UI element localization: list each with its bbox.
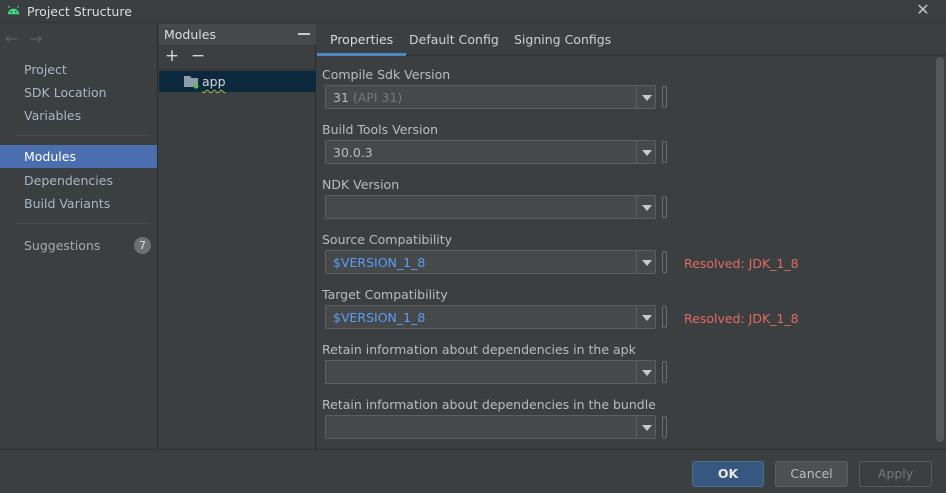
target-compat-combo[interactable]: $VERSION_1_8 [325,305,656,329]
ndk-version-combo[interactable] [325,195,656,219]
apply-button[interactable]: Apply [859,461,932,487]
sidebar-divider [16,223,150,224]
modules-toolbar: + − [159,45,316,70]
field-extra-button[interactable] [662,141,667,163]
target-compat-label: Target Compatibility [322,287,448,302]
ndk-version-label: NDK Version [322,177,400,192]
back-arrow-icon[interactable]: ← [5,31,21,47]
sidebar-item-build-variants[interactable]: Build Variants [0,192,157,215]
chevron-down-icon[interactable] [642,425,652,431]
combo-value: $VERSION_1_8 [333,310,426,325]
sidebar-item-label: Project [24,62,67,77]
sidebar-divider [16,135,150,136]
field-extra-button[interactable] [662,306,667,328]
sidebar-item-dependencies[interactable]: Dependencies [0,169,157,192]
tab-default-config[interactable]: Default Config [396,24,512,56]
sidebar-item-label: SDK Location [24,85,107,100]
retain-bundle-combo[interactable] [325,415,656,439]
close-icon[interactable]: ✕ [914,1,932,19]
retain-apk-combo[interactable] [325,360,656,384]
chevron-down-icon[interactable] [642,205,652,211]
combo-value: 31 (API 31) [333,90,403,105]
field-extra-button[interactable] [662,196,667,218]
tab-label: Default Config [409,32,499,47]
modules-header: Modules [159,24,316,45]
module-list-item-app[interactable]: app [159,71,316,92]
tab-bar: Properties Default Config Signing Config… [317,24,946,56]
sidebar-item-label: Variables [24,108,82,123]
sidebar-item-modules[interactable]: Modules [0,145,157,168]
dialog-button-bar: OK Cancel Apply [0,449,946,493]
compile-sdk-label: Compile Sdk Version [322,67,451,82]
sidebar-item-suggestions[interactable]: Suggestions 7 [0,234,157,257]
tab-label: Properties [330,32,394,47]
sidebar-item-label: Suggestions [24,238,101,253]
minimize-icon[interactable] [298,33,310,35]
cancel-button[interactable]: Cancel [775,461,848,487]
field-extra-button[interactable] [662,86,667,108]
chevron-down-icon[interactable] [642,260,652,266]
ok-button[interactable]: OK [692,461,764,487]
chevron-down-icon[interactable] [642,95,652,101]
add-module-button[interactable]: + [163,47,181,65]
tab-signing-configs[interactable]: Signing Configs [501,24,624,56]
combo-value: $VERSION_1_8 [333,255,426,270]
field-extra-button[interactable] [662,251,667,273]
source-compat-combo[interactable]: $VERSION_1_8 [325,250,656,274]
module-folder-icon [184,76,199,89]
sidebar-item-label: Dependencies [24,173,113,188]
module-label: app [202,74,226,89]
chevron-down-icon[interactable] [642,370,652,376]
sidebar-item-project[interactable]: Project [0,58,157,81]
combo-value: 30.0.3 [333,145,373,160]
compile-sdk-combo[interactable]: 31 (API 31) [325,85,656,109]
sidebar-item-label: Modules [24,149,76,164]
field-extra-button[interactable] [662,416,667,438]
suggestions-count-badge: 7 [134,237,151,254]
retain-apk-label: Retain information about dependencies in… [322,342,636,357]
source-compat-label: Source Compatibility [322,232,453,247]
chevron-down-icon[interactable] [642,315,652,321]
source-compat-resolved: Resolved: JDK_1_8 [684,256,799,271]
vertical-scrollbar[interactable] [936,57,944,442]
modules-panel: Modules + − app [159,24,316,449]
forward-arrow-icon[interactable]: → [29,31,45,47]
field-extra-button[interactable] [662,361,667,383]
sidebar: ← → Project SDK Location Variables Modul… [0,24,158,449]
sidebar-item-variables[interactable]: Variables [0,104,157,127]
tab-properties[interactable]: Properties [317,24,407,56]
modules-header-title: Modules [164,27,216,42]
sidebar-item-sdk-location[interactable]: SDK Location [0,81,157,104]
retain-bundle-label: Retain information about dependencies in… [322,397,656,412]
sidebar-item-label: Build Variants [24,196,111,211]
chevron-down-icon[interactable] [642,150,652,156]
remove-module-button[interactable]: − [189,47,207,65]
module-properties-panel: Properties Default Config Signing Config… [317,24,946,449]
target-compat-resolved: Resolved: JDK_1_8 [684,311,799,326]
android-icon [7,5,20,15]
tab-label: Signing Configs [514,32,612,47]
build-tools-combo[interactable]: 30.0.3 [325,140,656,164]
build-tools-label: Build Tools Version [322,122,439,137]
window-title: Project Structure [27,4,132,19]
title-bar: Project Structure ✕ [0,0,946,23]
